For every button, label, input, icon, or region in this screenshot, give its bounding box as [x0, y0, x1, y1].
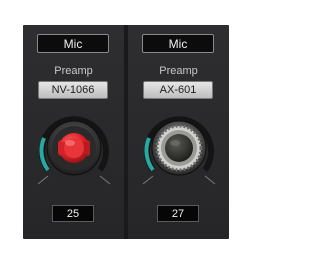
preamp-label: Preamp — [54, 65, 93, 77]
source-button[interactable]: Mic — [142, 34, 214, 53]
preamp-label: Preamp — [159, 65, 198, 77]
channel-strip-2: Mic Preamp AX-601 27 — [128, 25, 229, 239]
mixer-panel: Mic Preamp NV-1066 25 Mic Preamp AX-601 … — [23, 25, 229, 239]
gain-knob-icon — [155, 124, 203, 172]
gain-knob[interactable] — [32, 108, 116, 192]
gain-value-display: 25 — [52, 205, 94, 222]
source-button[interactable]: Mic — [37, 34, 109, 53]
preamp-model-select[interactable]: NV-1066 — [38, 81, 108, 99]
channel-strip-1: Mic Preamp NV-1066 25 — [23, 25, 124, 239]
gain-knob[interactable] — [137, 108, 221, 192]
gain-value-display: 27 — [157, 205, 199, 222]
preamp-model-select[interactable]: AX-601 — [143, 81, 213, 99]
